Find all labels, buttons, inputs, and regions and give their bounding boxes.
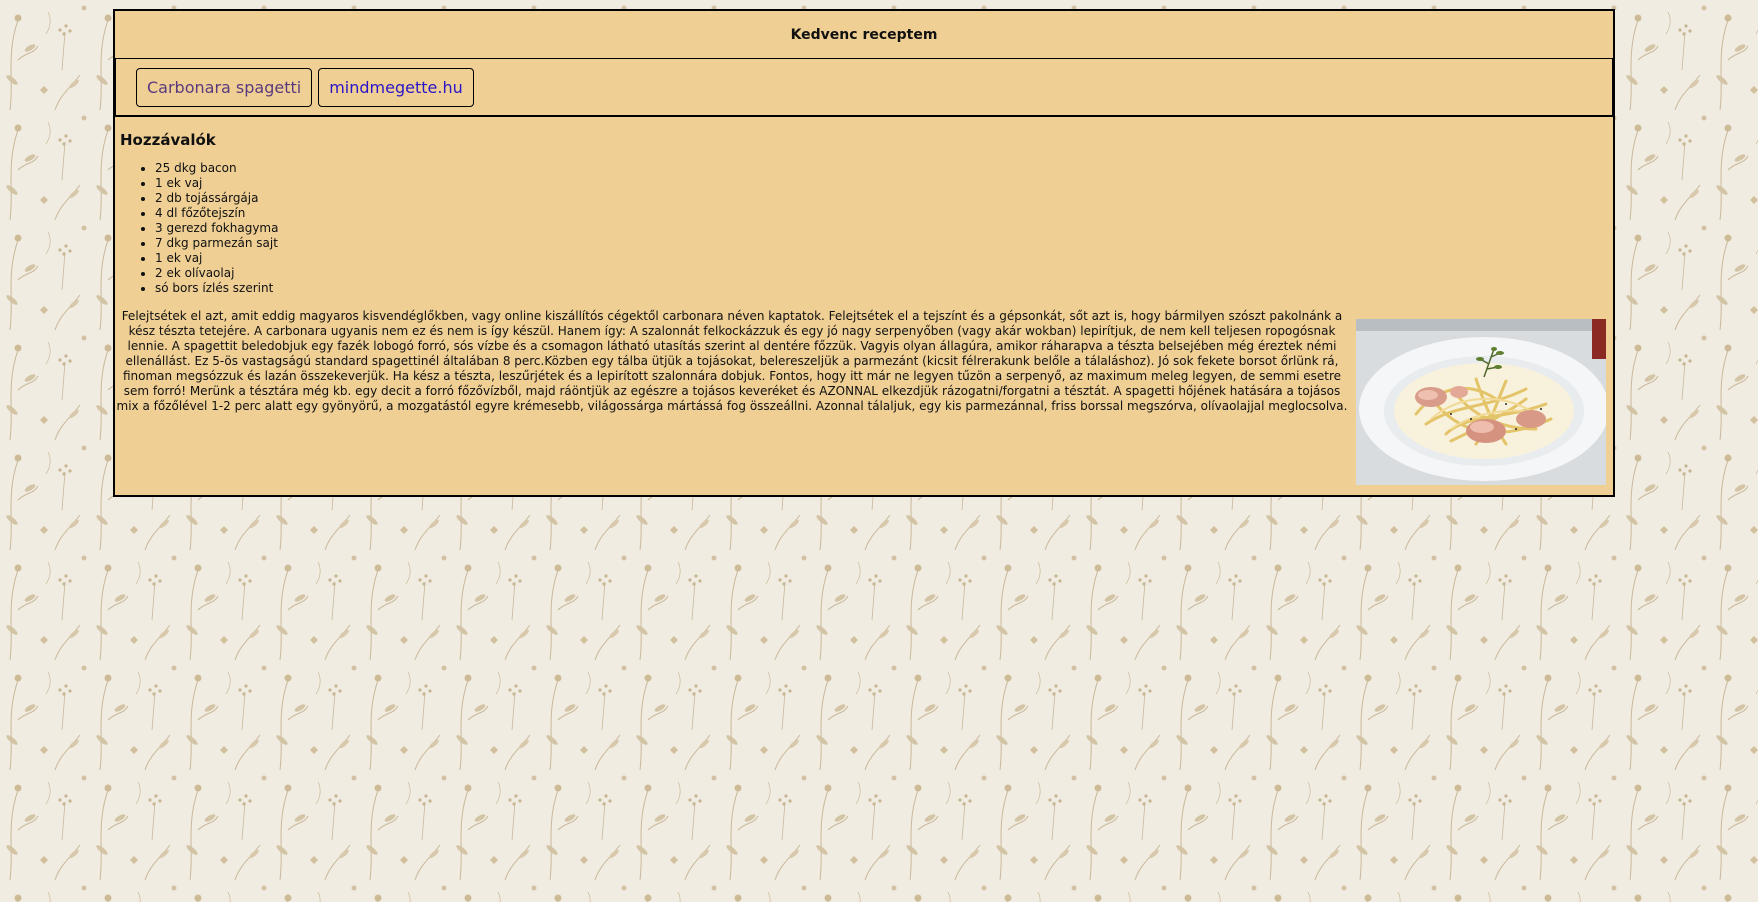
page-header: Kedvenc receptem <box>115 11 1613 59</box>
ingredient-item: 3 gerezd fokhagyma <box>155 221 278 236</box>
ingredient-item: 2 db tojássárgája <box>155 191 278 206</box>
ingredient-item: 2 ek olívaolaj <box>155 266 278 281</box>
recipe-description: Felejtsétek el azt, amit eddig magyaros … <box>116 309 1348 413</box>
nav-link-mindmegette[interactable]: mindmegette.hu <box>318 67 474 107</box>
ingredient-item: 4 dl főzőtejszín <box>155 206 278 221</box>
recipe-panel: Kedvenc receptem Carbonara spagetti mind… <box>113 9 1615 497</box>
ingredient-list: 25 dkg bacon 1 ek vaj 2 db tojássárgája … <box>155 161 278 296</box>
page-title: Kedvenc receptem <box>790 26 938 43</box>
ingredients-heading: Hozzávalók <box>120 131 216 149</box>
nav-link-carbonara[interactable]: Carbonara spagetti <box>136 67 313 107</box>
carbonara-photo <box>1356 319 1606 485</box>
ingredient-item: 1 ek vaj <box>155 176 278 191</box>
nav-bar: Carbonara spagetti mindmegette.hu <box>115 59 1613 117</box>
ingredient-item: 25 dkg bacon <box>155 161 278 176</box>
recipe-content: Hozzávalók 25 dkg bacon 1 ek vaj 2 db to… <box>115 117 1613 495</box>
ingredient-item: 1 ek vaj <box>155 251 278 266</box>
ingredient-item: 7 dkg parmezán sajt <box>155 236 278 251</box>
ingredient-item: só bors ízlés szerint <box>155 281 278 296</box>
